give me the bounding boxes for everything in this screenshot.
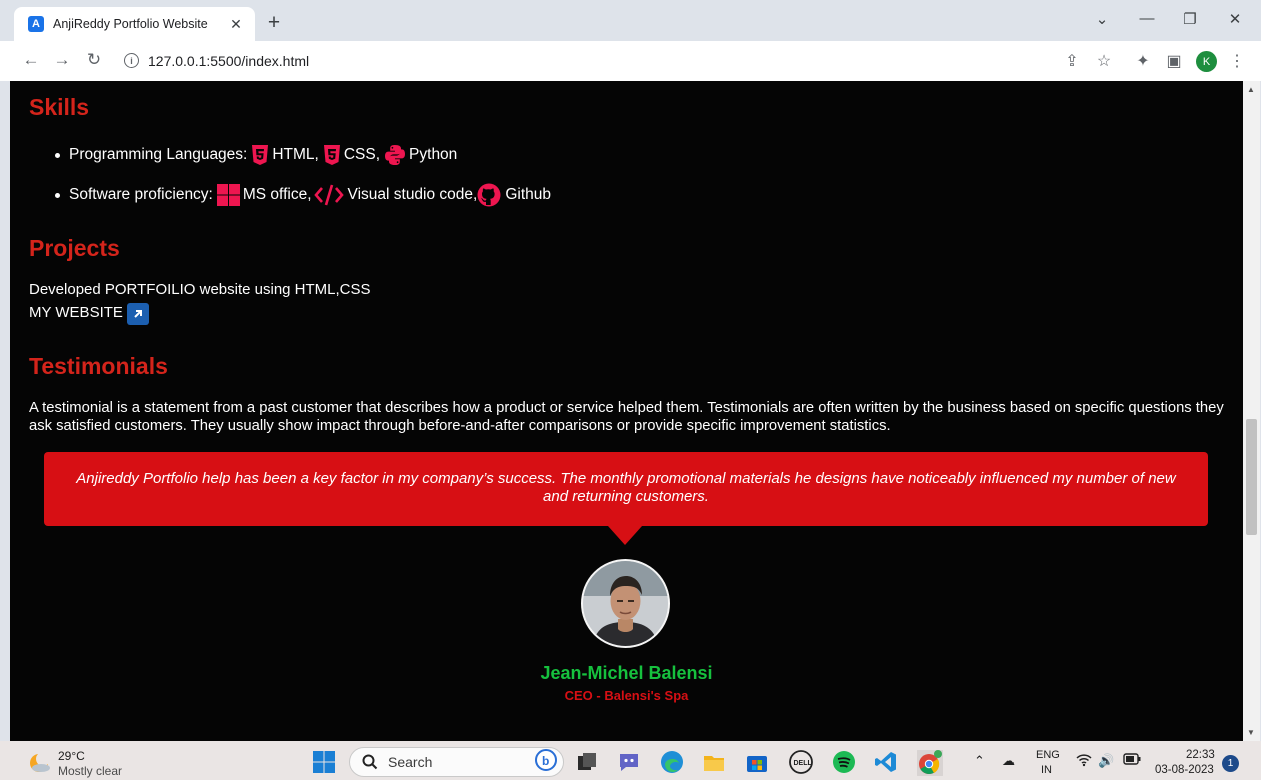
software-label: Software proficiency: xyxy=(69,186,213,203)
spotify-icon[interactable] xyxy=(832,750,856,774)
bookmark-star-icon[interactable]: ☆ xyxy=(1093,51,1115,71)
code-icon xyxy=(313,184,344,206)
dell-app-icon[interactable]: DELL xyxy=(789,750,813,774)
testimonial-author-role: CEO - Balensi's Spa xyxy=(564,688,689,703)
external-link-icon[interactable] xyxy=(126,303,149,325)
notification-badge[interactable]: 1 xyxy=(1222,755,1239,772)
browser-tab-bar: A AnjiReddy Portfolio Website ✕ + ⌄ — ❐ … xyxy=(0,0,1261,41)
css3-icon xyxy=(323,144,341,166)
site-info-icon[interactable]: i xyxy=(124,53,139,68)
skills-heading: Skills xyxy=(29,94,90,120)
my-website-link[interactable]: MY WEBSITE xyxy=(29,303,149,325)
bullet-dot xyxy=(55,152,60,158)
minimize-window-icon[interactable]: — xyxy=(1135,10,1159,27)
profile-avatar[interactable]: K xyxy=(1196,51,1217,72)
ms-office-label: MS office, xyxy=(242,186,312,203)
quote-pointer xyxy=(608,526,642,545)
svg-text:DELL: DELL xyxy=(794,760,813,767)
tab-search-chevron-icon[interactable]: ⌄ xyxy=(1090,10,1114,28)
weather-description[interactable]: Mostly clear xyxy=(58,764,122,778)
testimonial-avatar xyxy=(581,559,670,648)
testimonials-heading: Testimonials xyxy=(29,353,168,379)
language-region[interactable]: IN xyxy=(1041,764,1052,776)
testimonial-author-name: Jean-Michel Balensi xyxy=(540,663,713,683)
python-icon xyxy=(384,144,406,166)
address-bar[interactable]: 127.0.0.1:5500/index.html xyxy=(148,53,309,69)
side-panel-icon[interactable]: ▣ xyxy=(1163,51,1185,71)
bullet-dot xyxy=(55,192,60,198)
extensions-icon[interactable]: ✦ xyxy=(1132,51,1154,71)
onedrive-cloud-icon[interactable]: ☁ xyxy=(1002,753,1015,769)
site-favicon-icon: A xyxy=(28,16,44,32)
programming-languages-item: Programming Languages: HTML, CSS, Python xyxy=(55,144,457,166)
page-viewport: Skills Programming Languages: HTML, CSS,… xyxy=(10,81,1243,741)
browser-menu-icon[interactable]: ⋮ xyxy=(1226,51,1248,71)
languages-label: Programming Languages: xyxy=(69,146,248,163)
html-label: HTML, xyxy=(272,146,319,163)
page-scrollbar[interactable]: ▲ ▼ xyxy=(1243,81,1260,741)
github-label: Github xyxy=(505,186,552,203)
weather-moon-icon[interactable] xyxy=(28,750,52,779)
testimonial-quote: Anjireddy Portfolio help has been a key … xyxy=(44,452,1208,526)
github-icon xyxy=(477,183,501,207)
clock-time[interactable]: 22:33 xyxy=(1186,749,1215,761)
taskbar-search[interactable]: Search b xyxy=(349,747,564,777)
task-view-icon[interactable] xyxy=(575,750,599,774)
clock-date[interactable]: 03-08-2023 xyxy=(1155,764,1214,776)
scroll-up-arrow-icon[interactable]: ▲ xyxy=(1247,85,1255,94)
microsoft-store-icon[interactable] xyxy=(745,750,769,774)
ms-office-icon xyxy=(216,184,240,206)
back-icon[interactable]: ← xyxy=(20,50,42,70)
css-label: CSS, xyxy=(343,146,381,163)
project-description: Developed PORTFOILIO website using HTML,… xyxy=(29,281,371,298)
scrollbar-thumb[interactable] xyxy=(1246,419,1257,535)
forward-icon[interactable]: → xyxy=(51,50,73,70)
teams-chat-icon[interactable] xyxy=(617,750,641,774)
battery-icon[interactable] xyxy=(1123,753,1141,768)
language-indicator[interactable]: ENG xyxy=(1036,749,1060,761)
weather-temperature[interactable]: 29°C xyxy=(58,749,85,763)
svg-text:b: b xyxy=(542,754,549,768)
testimonials-description: A testimonial is a statement from a past… xyxy=(29,400,1224,434)
share-icon[interactable]: ⇪ xyxy=(1061,51,1083,71)
wifi-icon[interactable] xyxy=(1076,753,1092,770)
edge-browser-icon[interactable] xyxy=(660,750,684,774)
file-explorer-icon[interactable] xyxy=(702,750,726,774)
reload-icon[interactable]: ↻ xyxy=(83,50,105,70)
close-tab-icon[interactable]: ✕ xyxy=(227,16,245,33)
close-window-icon[interactable]: ✕ xyxy=(1223,10,1247,28)
new-tab-icon[interactable]: + xyxy=(262,11,286,35)
vscode-label: Visual studio code, xyxy=(347,186,478,203)
software-proficiency-item: Software proficiency: MS office, Visual … xyxy=(55,183,551,207)
tab-title: AnjiReddy Portfolio Website xyxy=(53,17,208,31)
scroll-down-arrow-icon[interactable]: ▼ xyxy=(1247,728,1255,737)
browser-toolbar: ← → ↻ i 127.0.0.1:5500/index.html ⇪ ☆ ✦ … xyxy=(0,41,1261,81)
volume-icon[interactable]: 🔊 xyxy=(1098,753,1114,769)
html5-icon xyxy=(251,144,269,166)
windows-start-icon[interactable] xyxy=(312,750,336,774)
search-icon xyxy=(362,754,378,770)
windows-taskbar: 29°C Mostly clear Search b DELL ⌃ ☁ ENG … xyxy=(0,741,1261,780)
browser-tab[interactable]: A AnjiReddy Portfolio Website ✕ xyxy=(14,7,255,41)
python-label: Python xyxy=(409,146,458,163)
restore-window-icon[interactable]: ❐ xyxy=(1178,10,1202,28)
bing-chat-icon[interactable]: b xyxy=(535,748,557,776)
my-website-label[interactable]: MY WEBSITE xyxy=(29,304,123,321)
projects-heading: Projects xyxy=(29,235,120,261)
search-label: Search xyxy=(388,754,433,770)
chrome-icon[interactable] xyxy=(916,749,944,777)
show-hidden-icons-chevron-icon[interactable]: ⌃ xyxy=(974,753,985,769)
vscode-icon[interactable] xyxy=(874,750,898,774)
quote-text: Anjireddy Portfolio help has been a key … xyxy=(76,470,1176,505)
